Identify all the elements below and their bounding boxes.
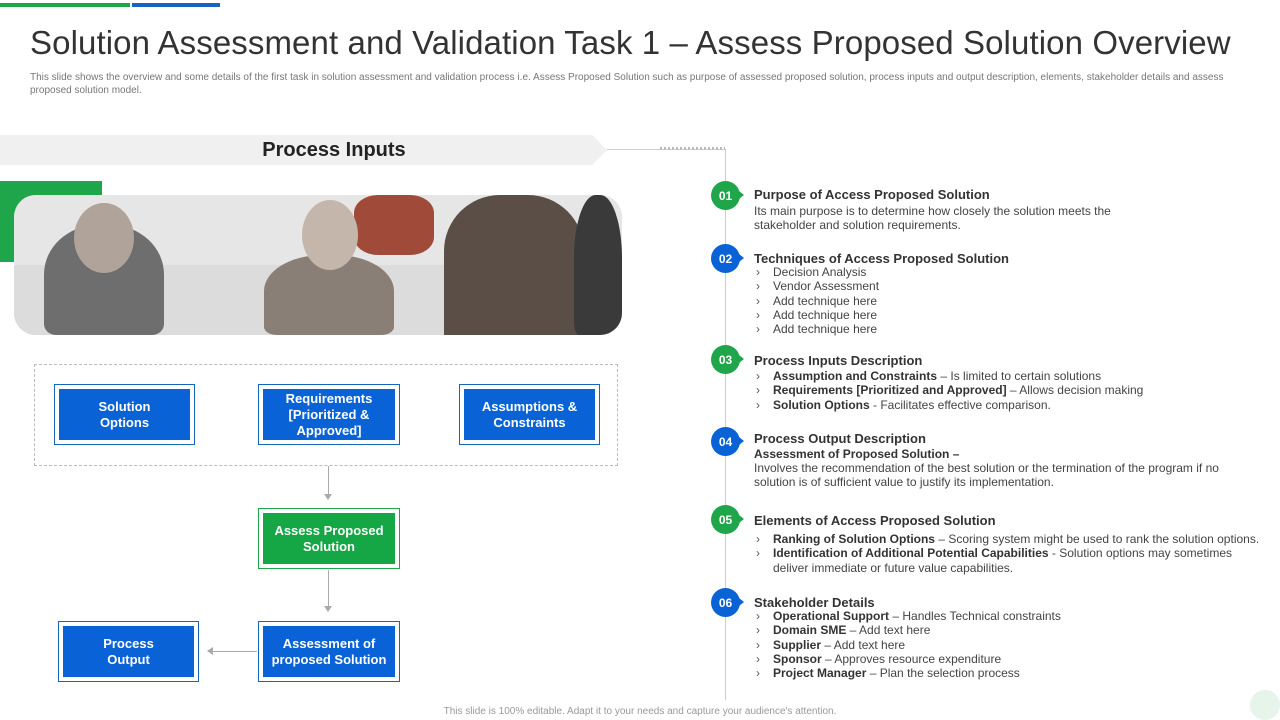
item-text: – Is limited to certain solutions [937,369,1102,383]
section-02-list: Decision Analysis Vendor Assessment Add … [754,265,1274,337]
list-item: Assumption and Constraints – Is limited … [754,369,1274,384]
item-bold: Solution Options [773,397,870,412]
list-item: Ranking of Solution Options – Scoring sy… [754,532,1269,547]
section-01-text: Its main purpose is to determine how clo… [754,204,1111,232]
section-03-title: Process Inputs Description [754,353,923,368]
assessment-box: Assessment of proposed Solution [258,621,400,682]
list-item: Domain SME – Add text here [754,623,1274,638]
meeting-photo [14,195,622,335]
solution-options-box: Solution Options [54,384,195,445]
page-title: Solution Assessment and Validation Task … [30,24,1231,61]
corner-decoration [1250,690,1280,720]
list-item: Operational Support – Handles Technical … [754,609,1274,624]
list-item: Requirements [Prioritized and Approved] … [754,383,1274,398]
list-item: Add technique here [754,294,1274,309]
item-bold: Sponsor [773,651,822,666]
item-bold: Ranking of Solution Options [773,532,935,546]
section-05-list: Ranking of Solution Options – Scoring sy… [754,532,1269,575]
list-item: Add technique here [754,322,1274,337]
section-06-list: Operational Support – Handles Technical … [754,609,1274,681]
list-item: Supplier – Add text here [754,637,1274,653]
item-bold: Project Manager [773,666,867,681]
list-item: Decision Analysis [754,265,1274,280]
item-text: – Handles Technical constraints [889,609,1061,623]
badge-02: 02 [711,244,744,273]
item-text: – Approves resource expenditure [821,651,1002,666]
section-06-title: Stakeholder Details [754,595,875,610]
arrow-down-2 [324,570,332,612]
assumptions-label: Assumptions & Constraints [464,389,595,440]
item-bold: Domain SME [773,623,847,638]
section-05-title: Elements of Access Proposed Solution [754,513,996,528]
item-text: - Facilitates effective comparison. [869,397,1051,412]
assessment-label: Assessment of proposed Solution [263,626,395,677]
item-text: – Scoring system might be used to rank t… [934,532,1260,546]
page-subtitle: This slide shows the overview and some d… [30,72,1224,96]
list-item: Add technique here [754,308,1274,323]
item-text: – Add text here [846,623,931,638]
section-04-bold-suffix: – [949,447,960,461]
item-bold: Operational Support [773,609,890,623]
requirements-label: Requirements [Prioritized & Approved] [263,389,395,440]
arrow-down-1 [324,466,332,500]
item-bold: Requirements [Prioritized and Approved] [773,383,1007,398]
badge-06: 06 [711,588,744,617]
arrow-left [207,647,257,655]
item-bold: Supplier [773,637,822,652]
assumptions-box: Assumptions & Constraints [459,384,600,445]
timeline-line [725,149,726,700]
list-item: Vendor Assessment [754,279,1274,294]
section-04-text: Involves the recommendation of the best … [754,461,1219,489]
item-text: – Add text here [821,637,906,652]
item-text: – Allows decision making [1006,383,1144,398]
footer-note: This slide is 100% editable. Adapt it to… [443,706,837,717]
process-output-box: Process Output [58,621,199,682]
badge-03: 03 [711,345,744,374]
top-accent-blue [132,3,220,7]
banner-connector-dashes [660,147,725,150]
item-text: – Plan the selection process [866,666,1020,681]
requirements-box: Requirements [Prioritized & Approved] [258,384,400,445]
section-04-text-block: Assessment of Proposed Solution – Involv… [754,447,1234,489]
badge-05: 05 [711,505,744,534]
list-item: Solution Options - Facilitates effective… [754,397,1274,413]
process-output-label: Process Output [63,626,194,677]
assess-proposed-solution-box: Assess Proposed Solution [258,508,400,569]
top-accent-green [0,3,130,7]
section-03-list: Assumption and Constraints – Is limited … [754,369,1274,412]
section-04-bold: Assessment of Proposed Solution [754,447,950,461]
list-item: Project Manager – Plan the selection pro… [754,666,1274,681]
section-01-title: Purpose of Access Proposed Solution [754,187,990,202]
solution-options-label: Solution Options [59,389,190,440]
item-bold: Identification of Additional Potential C… [773,546,1049,561]
item-bold: Assumption and Constraints [773,369,938,383]
section-04-title: Process Output Description [754,431,926,446]
list-item: Sponsor – Approves resource expenditure [754,651,1274,667]
assess-proposed-solution-label: Assess Proposed Solution [263,513,395,564]
badge-01: 01 [711,181,744,210]
badge-04: 04 [711,427,744,456]
section-02-title: Techniques of Access Proposed Solution [754,251,1009,266]
list-item: Identification of Additional Potential C… [754,546,1263,575]
banner-label: Process Inputs [262,139,406,161]
